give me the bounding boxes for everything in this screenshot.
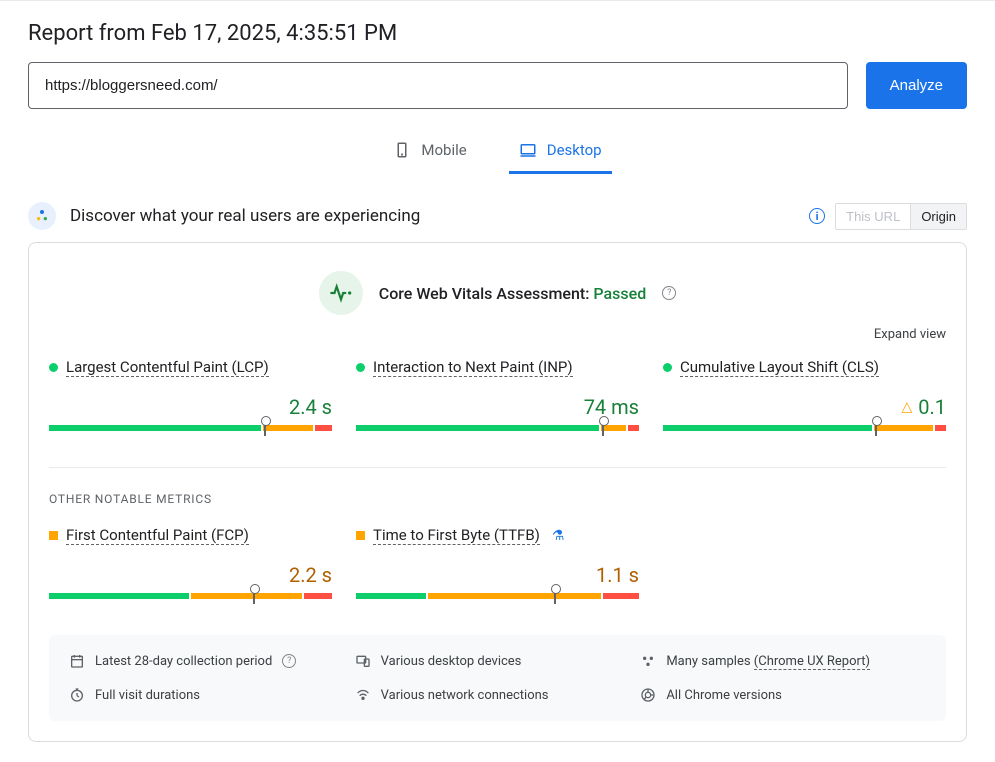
metric-cls-bar: [663, 425, 946, 431]
bar-marker: [253, 588, 255, 604]
metric-cls: Cumulative Layout Shift (CLS) △ 0.1: [663, 358, 946, 431]
device-tabs: Mobile Desktop: [28, 133, 967, 174]
status-square-orange: [356, 531, 365, 540]
footer-samples-text: Many samples: [666, 654, 753, 669]
expand-view-link[interactable]: Expand view: [49, 327, 946, 342]
divider: [49, 467, 946, 468]
metric-fcp-name[interactable]: First Contentful Paint (FCP): [66, 526, 249, 545]
metric-lcp-value: 2.4 s: [289, 395, 332, 419]
help-icon[interactable]: ?: [282, 654, 296, 668]
metric-ttfb-value: 1.1 s: [596, 563, 639, 587]
clock-icon: [69, 687, 85, 703]
metric-ttfb: Time to First Byte (TTFB) ⚗ 1.1 s: [356, 526, 639, 599]
info-icon[interactable]: i: [809, 208, 825, 224]
metric-cls-value: 0.1: [918, 395, 946, 419]
discover-icon: [28, 202, 56, 230]
status-dot-green: [663, 363, 672, 372]
url-input[interactable]: [28, 62, 848, 109]
metric-inp-name[interactable]: Interaction to Next Paint (INP): [373, 358, 573, 377]
metric-ttfb-name[interactable]: Time to First Byte (TTFB): [373, 526, 540, 545]
tab-desktop-label: Desktop: [547, 141, 602, 159]
bar-marker: [554, 588, 556, 604]
calendar-icon: [69, 653, 85, 669]
scope-toggle: This URL Origin: [835, 203, 967, 230]
metric-ttfb-bar: [356, 593, 639, 599]
chrome-icon: [640, 687, 656, 703]
metric-lcp: Largest Contentful Paint (LCP) 2.4 s: [49, 358, 332, 431]
help-icon[interactable]: ?: [662, 286, 676, 300]
metric-fcp-value: 2.2 s: [289, 563, 332, 587]
chrome-ux-report-link[interactable]: (Chrome UX Report): [754, 654, 870, 670]
discover-heading: Discover what your real users are experi…: [70, 206, 420, 226]
flask-icon: ⚗: [552, 528, 565, 544]
tab-desktop[interactable]: Desktop: [509, 133, 612, 174]
network-icon: [355, 687, 371, 703]
footer-period: Latest 28-day collection period: [95, 654, 272, 669]
footer-network: Various network connections: [381, 688, 549, 703]
metric-fcp: First Contentful Paint (FCP) 2.2 s: [49, 526, 332, 599]
metric-inp-bar: [356, 425, 639, 431]
mobile-icon: [393, 141, 411, 159]
scope-origin[interactable]: Origin: [910, 204, 966, 229]
other-metrics-label: OTHER NOTABLE METRICS: [49, 492, 946, 506]
metric-lcp-bar: [49, 425, 332, 431]
devices-icon: [355, 653, 371, 669]
bar-marker: [602, 420, 604, 436]
metric-cls-name[interactable]: Cumulative Layout Shift (CLS): [680, 358, 879, 377]
status-dot-green: [356, 363, 365, 372]
metric-inp: Interaction to Next Paint (INP) 74 ms: [356, 358, 639, 431]
tab-mobile[interactable]: Mobile: [383, 133, 476, 174]
footer-durations: Full visit durations: [95, 688, 200, 703]
metric-fcp-bar: [49, 593, 332, 599]
report-title: Report from Feb 17, 2025, 4:35:51 PM: [28, 21, 967, 46]
collection-details: Latest 28-day collection period ? Variou…: [49, 635, 946, 721]
footer-versions: All Chrome versions: [666, 688, 782, 703]
bar-marker: [264, 420, 266, 436]
samples-icon: [640, 653, 656, 669]
status-dot-green: [49, 363, 58, 372]
vitals-pulse-icon: [319, 271, 363, 315]
analyze-button[interactable]: Analyze: [866, 62, 967, 109]
metric-inp-value: 74 ms: [584, 395, 639, 419]
vitals-card: Core Web Vitals Assessment: Passed ? Exp…: [28, 242, 967, 742]
cwv-assessment-title: Core Web Vitals Assessment: Passed: [379, 284, 646, 303]
metric-lcp-name[interactable]: Largest Contentful Paint (LCP): [66, 358, 269, 377]
desktop-icon: [519, 141, 537, 159]
footer-devices: Various desktop devices: [381, 654, 522, 669]
cwv-status: Passed: [593, 284, 646, 303]
tab-mobile-label: Mobile: [421, 141, 466, 159]
bar-marker: [875, 420, 877, 436]
scope-this-url[interactable]: This URL: [836, 204, 910, 229]
status-square-orange: [49, 531, 58, 540]
warning-icon: △: [901, 399, 912, 415]
